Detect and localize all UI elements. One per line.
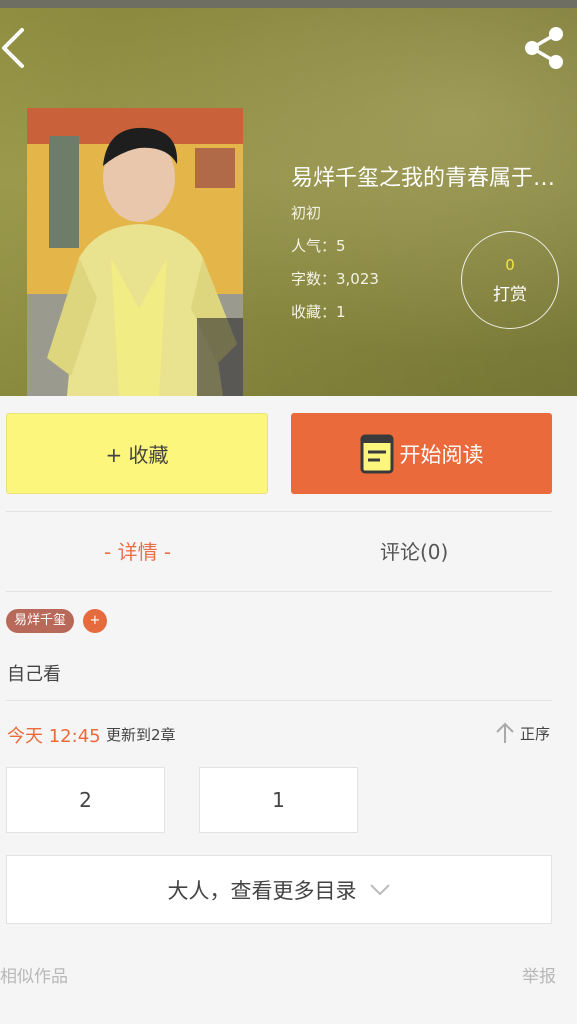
chapter-button[interactable]: 2 xyxy=(6,767,165,833)
divider xyxy=(6,700,552,701)
divider xyxy=(6,591,552,592)
share-icon xyxy=(525,27,563,69)
cover-image xyxy=(27,108,243,396)
divider xyxy=(6,511,552,512)
tab-comments[interactable]: 评论(0) xyxy=(380,536,448,565)
status-bar xyxy=(0,0,577,8)
chapter-button[interactable]: 1 xyxy=(199,767,358,833)
book-cover xyxy=(27,108,243,396)
tip-count: 0 xyxy=(505,255,515,274)
sort-order-button[interactable]: 正序 xyxy=(494,720,550,746)
tip-label: 打赏 xyxy=(493,284,527,305)
chevron-down-icon xyxy=(369,883,390,895)
arrow-up-icon xyxy=(496,722,514,743)
similar-works-heading: 相似作品 xyxy=(0,967,68,987)
start-reading-button[interactable]: 开始阅读 xyxy=(291,413,552,494)
book-author[interactable]: 初初 xyxy=(291,202,577,223)
tag-item[interactable]: 易烊千玺 xyxy=(6,609,75,633)
view-more-label: 大人，查看更多目录 xyxy=(167,878,357,903)
start-reading-label: 开始阅读 xyxy=(399,442,484,467)
share-button[interactable] xyxy=(518,24,570,72)
tab-details[interactable]: - 详情 - xyxy=(104,536,171,565)
chapter-number: 1 xyxy=(272,788,285,812)
collect-label: + 收藏 xyxy=(105,443,169,467)
book-icon xyxy=(360,434,393,473)
add-tag-button[interactable]: + xyxy=(83,609,107,633)
collect-button[interactable]: + 收藏 xyxy=(6,413,268,494)
report-link[interactable]: 举报 xyxy=(522,962,556,987)
back-button[interactable] xyxy=(0,26,30,70)
update-text: 更新到2章 xyxy=(106,726,176,744)
chapter-number: 2 xyxy=(79,788,92,812)
view-more-catalog-button[interactable]: 大人，查看更多目录 xyxy=(6,855,552,924)
update-time: 今天 12:45 xyxy=(7,726,101,747)
back-arrow-icon xyxy=(2,28,24,68)
book-description: 自己看 xyxy=(7,664,61,685)
tip-button[interactable]: 0 打赏 xyxy=(461,231,559,329)
sort-order-label: 正序 xyxy=(520,724,551,743)
book-title: 易烊千玺之我的青春属于… xyxy=(291,166,556,190)
